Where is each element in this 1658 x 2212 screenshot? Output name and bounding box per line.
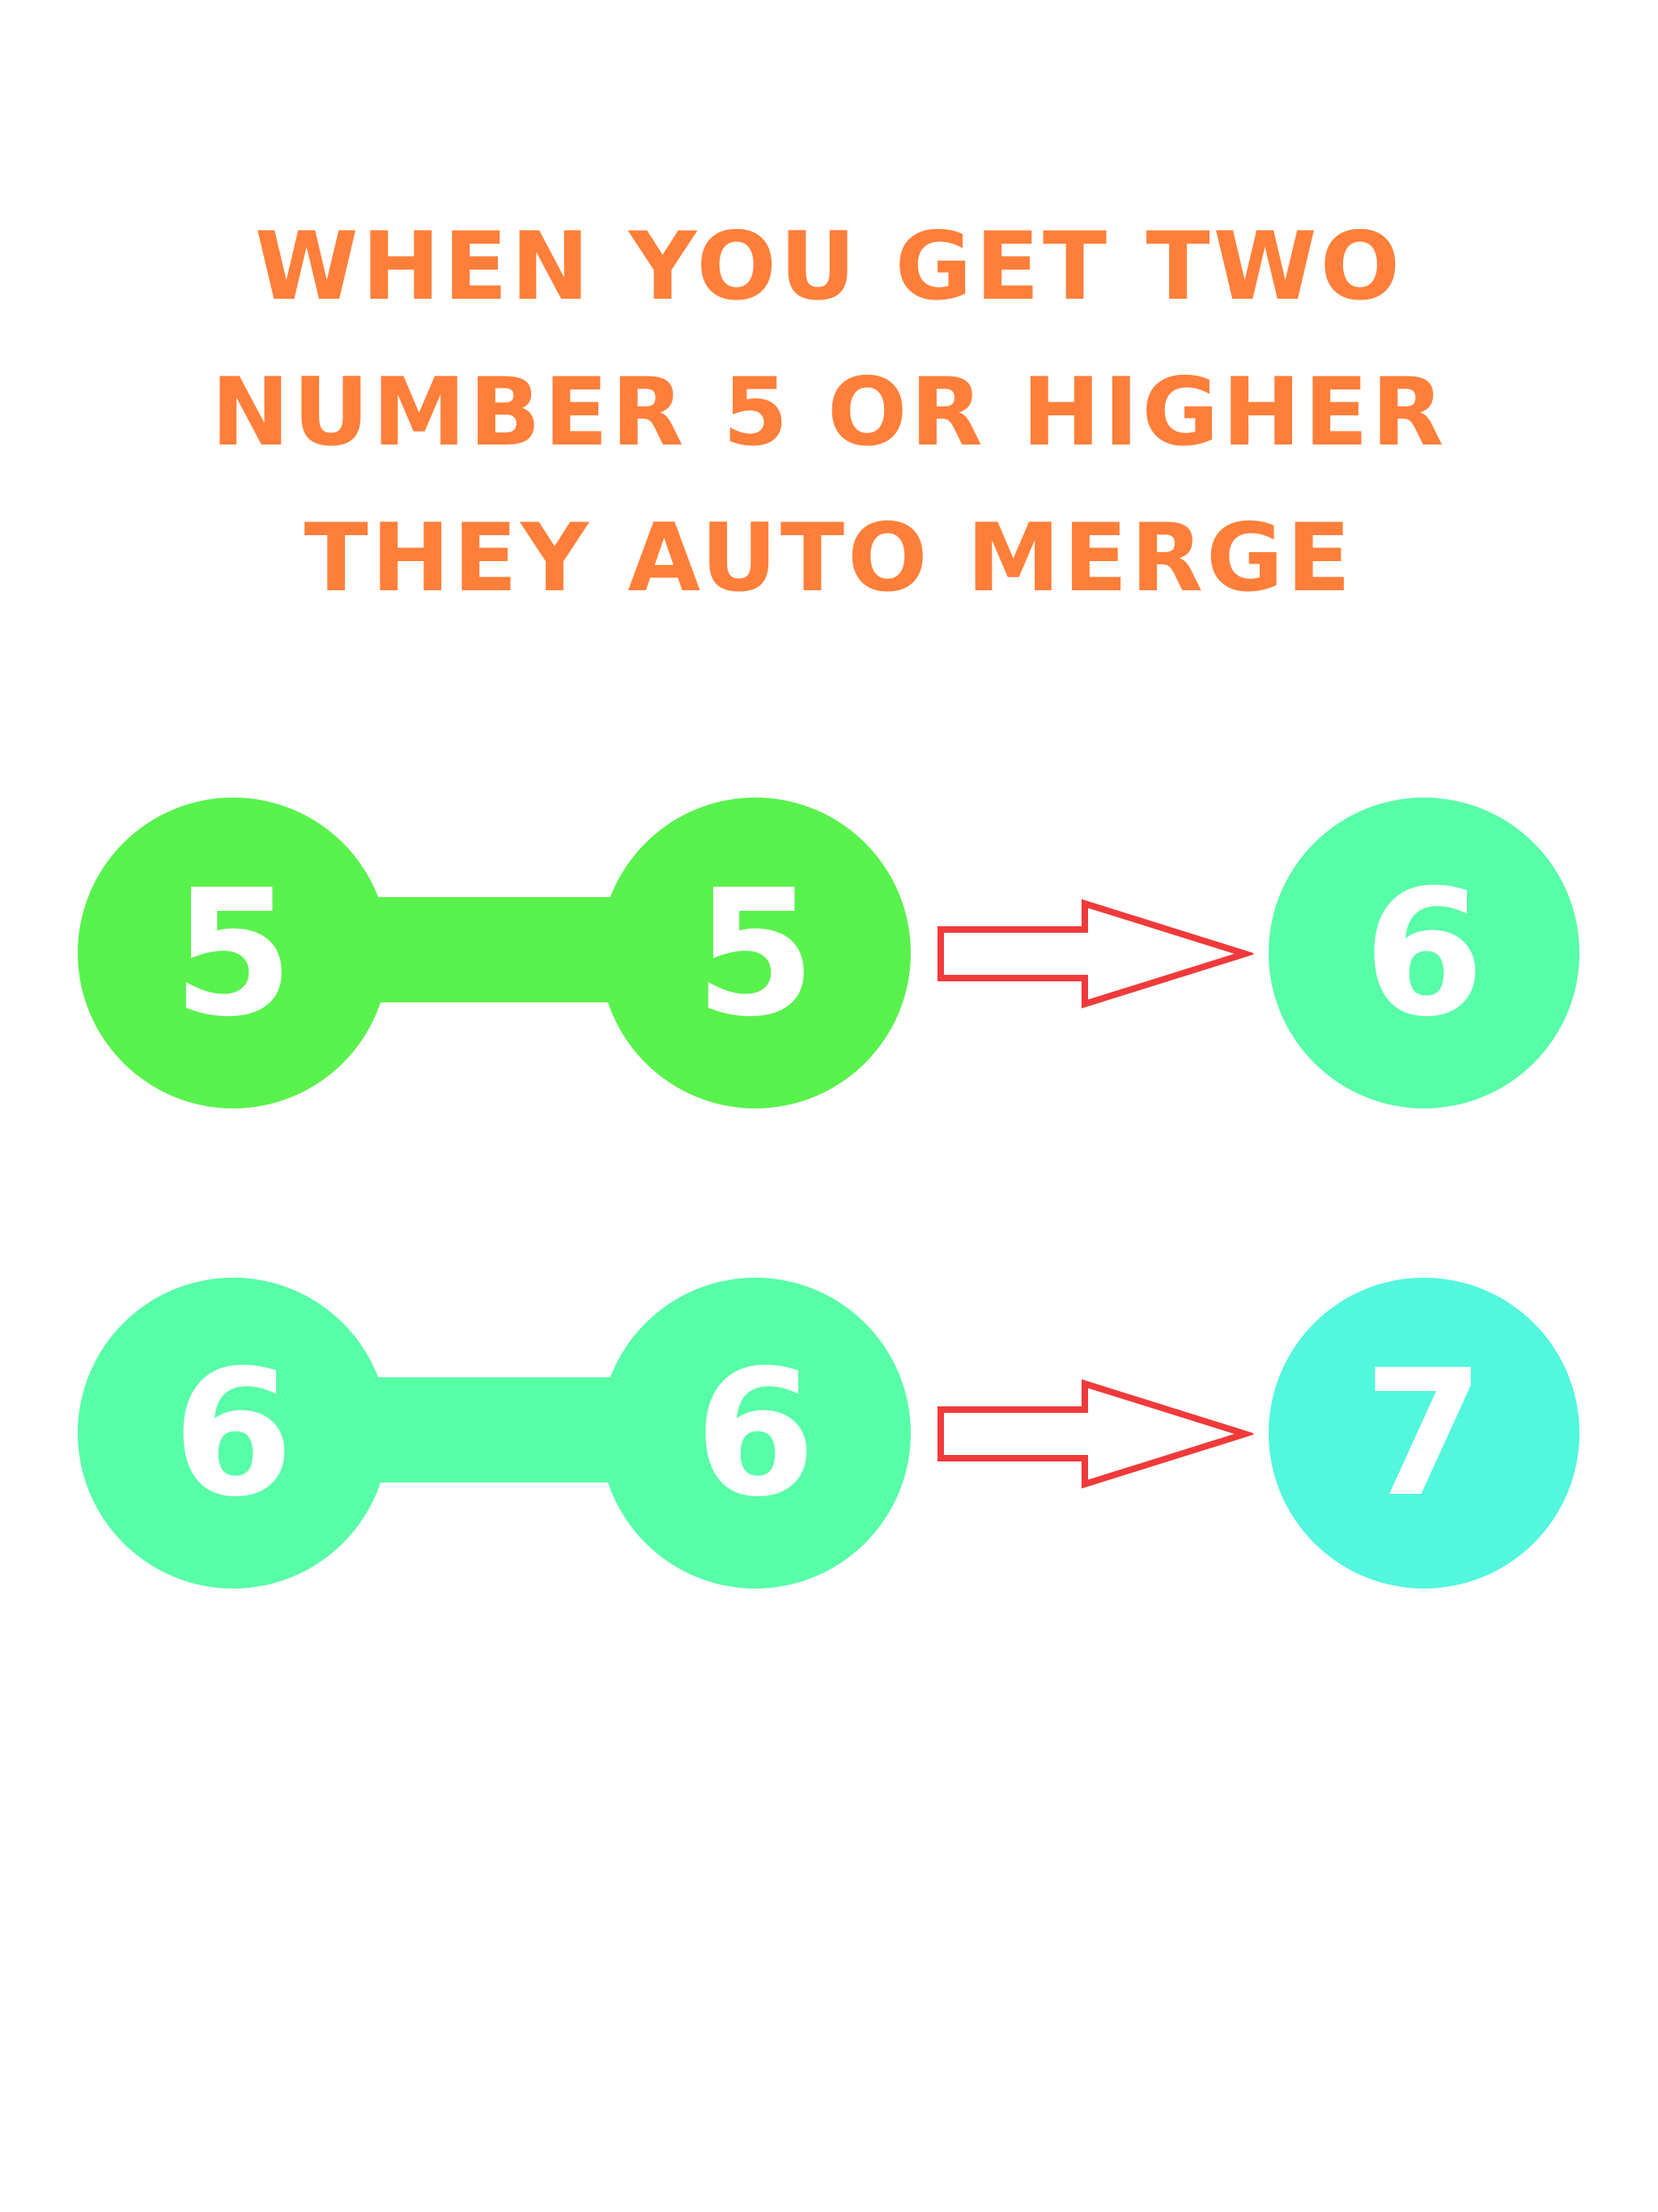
headline-line-1: WHEN YOU GET TWO [254, 212, 1404, 321]
number-ball-left: 6 [78, 1278, 389, 1589]
merge-example-6-to-7: 6 6 7 [0, 1278, 1658, 1593]
headline-line-3: THEY AUTO MERGE [304, 504, 1354, 613]
number-ball-right: 5 [600, 798, 911, 1108]
number-ball-result: 7 [1269, 1278, 1579, 1589]
number-ball-result: 6 [1269, 798, 1579, 1108]
merge-example-5-to-6: 5 5 6 [0, 798, 1658, 1113]
number-ball-right: 6 [600, 1278, 911, 1589]
instruction-headline: WHEN YOU GET TWO NUMBER 5 OR HIGHER THEY… [0, 194, 1658, 632]
headline-line-2: NUMBER 5 OR HIGHER [210, 358, 1448, 467]
arrow-right-icon [937, 899, 1253, 1009]
arrow-outline [937, 1379, 1253, 1489]
ball-number: 6 [695, 1331, 816, 1535]
ball-number: 7 [1363, 1331, 1485, 1535]
ball-number: 6 [1363, 851, 1485, 1055]
number-ball-left: 5 [78, 798, 389, 1108]
ball-number: 5 [172, 851, 294, 1055]
ball-number: 6 [172, 1331, 294, 1535]
ball-number: 5 [695, 851, 816, 1055]
arrow-right-icon [937, 1379, 1253, 1489]
arrow-outline [937, 899, 1253, 1009]
